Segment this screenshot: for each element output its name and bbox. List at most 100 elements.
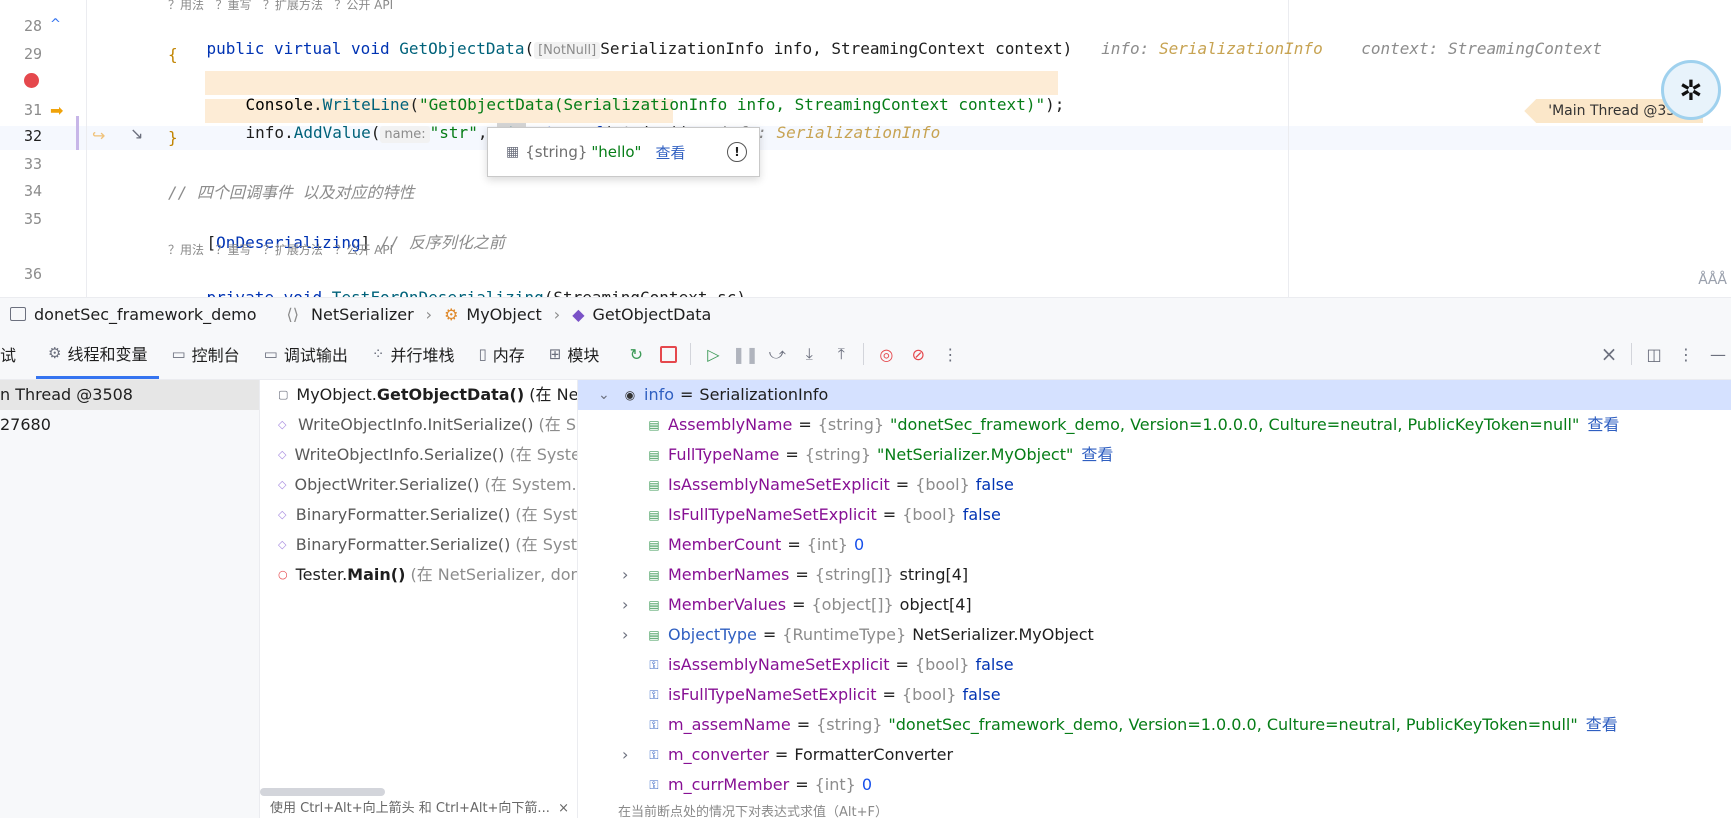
code-vision-hints[interactable]: ？用法 ？重写 ？扩展方法 ？公开 API [168, 241, 393, 258]
override-marker-icon[interactable]: ^ [50, 17, 61, 32]
variable-name: info [644, 385, 675, 404]
assistant-logo-icon[interactable]: ✲ [1661, 60, 1721, 120]
equals-sign: = [787, 535, 801, 554]
variable-row[interactable]: ⌄ ◉ info = SerializationInfo [578, 380, 1731, 410]
view-breakpoints-icon[interactable]: ◎ [873, 341, 899, 367]
variable-type: {string} [817, 415, 885, 434]
variable-row[interactable]: › ▤ ObjectType = {RuntimeType} NetSerializer.… [578, 620, 1731, 650]
method-name: AddValue [293, 123, 371, 142]
equals-sign: = [796, 715, 811, 734]
variable-value: string[4] [899, 565, 969, 584]
tab-debug[interactable]: 试 [0, 329, 36, 379]
close-hint-icon[interactable]: × [558, 801, 569, 816]
variable-row[interactable]: ⚿ m_assemName = {string} "donetSec_framework… [578, 710, 1731, 740]
run-to-cursor-icon[interactable]: ↘ [130, 124, 143, 143]
variable-row[interactable]: › ▤ MemberNames = {string[]} string[4] [578, 560, 1731, 590]
dot: . [284, 123, 294, 142]
variable-row[interactable]: ⚿ m_currMember = {int} 0 [578, 770, 1731, 800]
thread-item[interactable]: n Thread @3508 [0, 380, 259, 410]
tab-parallel-stacks[interactable]: ⁘ 并行堆栈 [360, 329, 467, 379]
variable-row[interactable]: ▤ IsAssemblyNameSetExplicit = {bool} false [578, 470, 1731, 500]
tab-threads-variables[interactable]: ⚙ 线程和变量 [36, 329, 160, 379]
tooltip-value: "hello" [591, 143, 642, 161]
frame-item[interactable]: ◇ BinaryFormatter.Serialize() (在 Syst [260, 500, 577, 530]
keyword: public [206, 39, 265, 58]
view-link[interactable]: 查看 [1586, 710, 1618, 740]
thread-item[interactable]: 27680 [0, 410, 259, 440]
more-icon[interactable]: ⋮ [937, 341, 963, 367]
info-icon[interactable]: ! [727, 142, 747, 162]
step-out-icon[interactable]: ⤒ [828, 341, 854, 367]
frame-item[interactable]: ▢ MyObject.GetObjectData() (在 NetS [260, 380, 577, 410]
stop-button[interactable] [655, 341, 681, 367]
variable-value: "NetSerializer.MyObject" [877, 445, 1074, 464]
step-into-icon[interactable]: ⤓ [796, 341, 822, 367]
thread-label: 27680 [0, 415, 51, 434]
chevron-right-icon[interactable]: › [622, 620, 628, 650]
code-editor[interactable]: 28 ^ 29 31 ➡ 32 ↪ ↘ 33 34 35 36 ？用法 ？重写 … [0, 0, 1731, 297]
variable-row[interactable]: ▤ MemberCount = {int} 0 [578, 530, 1731, 560]
code-line-34: // 四个回调事件 以及对应的特性 [168, 182, 415, 204]
tooltip-view-link[interactable]: 查看 [655, 142, 685, 163]
variable-row[interactable]: ▤ FullTypeName = {string} "NetSerializer.MyO… [578, 440, 1731, 470]
tab-memory[interactable]: ▯ 内存 [466, 329, 536, 379]
horizontal-scrollbar[interactable] [260, 788, 385, 796]
frame-item[interactable]: ◇ WriteObjectInfo.InitSerialize() (在 S [260, 410, 577, 440]
line-number: 34 [23, 182, 42, 200]
frame-current-icon: ▢ [278, 388, 289, 401]
chevron-down-icon[interactable]: ⌄ [598, 380, 610, 410]
evaluate-expression-hint[interactable]: 在当前断点处的情况下对表达式求值（Alt+F） [618, 801, 888, 818]
options-icon[interactable]: ⋮ [1673, 341, 1699, 367]
code-vision-hints[interactable]: ？用法 ？重写 ？扩展方法 ？公开 API [168, 0, 393, 13]
pause-icon[interactable]: ❚❚ [732, 341, 759, 367]
variable-row[interactable]: › ▤ MemberValues = {object[]} object[4] [578, 590, 1731, 620]
breakpoint-icon[interactable] [24, 73, 39, 88]
close-icon[interactable]: × [1596, 341, 1622, 367]
variable-row[interactable]: ⚿ isFullTypeNameSetExplicit = {bool} false [578, 680, 1731, 710]
variable-row[interactable]: ⚿ isAssemblyNameSetExplicit = {bool} false [578, 650, 1731, 680]
tab-console[interactable]: ▭ 控制台 [159, 329, 251, 379]
view-link[interactable]: 查看 [1081, 440, 1113, 470]
line-number: 28 [23, 17, 42, 35]
variable-value: false [975, 475, 1014, 494]
reader-mode-icon[interactable]: ÅÅÅ [1698, 272, 1727, 288]
chevron-right-icon[interactable]: › [622, 740, 628, 770]
frame-method: Serialize() [429, 535, 511, 554]
step-return-icon[interactable]: ↪ [92, 126, 105, 145]
line-number: 33 [23, 155, 42, 173]
variable-value: "donetSec_framework_demo, Version=1.0.0.… [890, 415, 1580, 434]
minimize-icon[interactable]: — [1705, 341, 1731, 367]
tab-modules[interactable]: ⊞ 模块 [537, 329, 612, 379]
mute-breakpoints-icon[interactable]: ⊘ [905, 341, 931, 367]
variable-type: {string} [804, 445, 872, 464]
resume-icon[interactable]: ▷ [700, 341, 726, 367]
chevron-right-icon[interactable]: › [622, 590, 628, 620]
breadcrumb-project[interactable]: donetSec_framework_demo [10, 305, 257, 324]
breadcrumb-method[interactable]: ◆ GetObjectData [572, 305, 711, 324]
layout-icon[interactable]: ◫ [1641, 341, 1667, 367]
view-link[interactable]: 查看 [1587, 410, 1619, 440]
frame-item[interactable]: ◇ WriteObjectInfo.Serialize() (在 Syste [260, 440, 577, 470]
field-icon: ⚿ [649, 658, 659, 672]
tab-debug-output[interactable]: ▭ 调试输出 [252, 329, 360, 379]
rerun-icon[interactable]: ↻ [623, 341, 649, 367]
variable-row[interactable]: › ⚿ m_converter = FormatterConverter [578, 740, 1731, 770]
paren: ( [524, 39, 535, 58]
debug-value-name: context: [1361, 39, 1439, 58]
variable-type: {int} [814, 775, 856, 794]
variable-row[interactable]: ▤ AssemblyName = {string} "donetSec_framewor… [578, 410, 1731, 440]
variable-row[interactable]: ▤ IsFullTypeNameSetExplicit = {bool} false [578, 500, 1731, 530]
frame-item[interactable]: ◇ ObjectWriter.Serialize() (在 System.I [260, 470, 577, 500]
chevron-right-icon[interactable]: › [622, 560, 628, 590]
debug-toolbar: 试 ⚙ 线程和变量 ▭ 控制台 ▭ 调试输出 ⁘ 并行堆栈 ▯ 内存 ⊞ 模块 ↻ ▷ ❚❚… [0, 329, 1731, 380]
frame-item[interactable]: ◇ BinaryFormatter.Serialize() (在 Syst [260, 530, 577, 560]
variable-type: {int} [806, 535, 848, 554]
equals-sign: = [680, 385, 694, 404]
breadcrumb-label: donetSec_framework_demo [34, 304, 257, 324]
breadcrumb-namespace[interactable]: NetSerializer [311, 305, 414, 324]
variable-value: "donetSec_framework_demo, Version=1.0.0.… [888, 715, 1578, 734]
frame-item[interactable]: ○ Tester.Main() (在 NetSerializer, done [260, 560, 577, 590]
step-over-icon[interactable]: ⤻ [764, 341, 790, 367]
line-number: 35 [23, 210, 42, 228]
breadcrumb-class[interactable]: ⚙ MyObject [444, 305, 542, 324]
